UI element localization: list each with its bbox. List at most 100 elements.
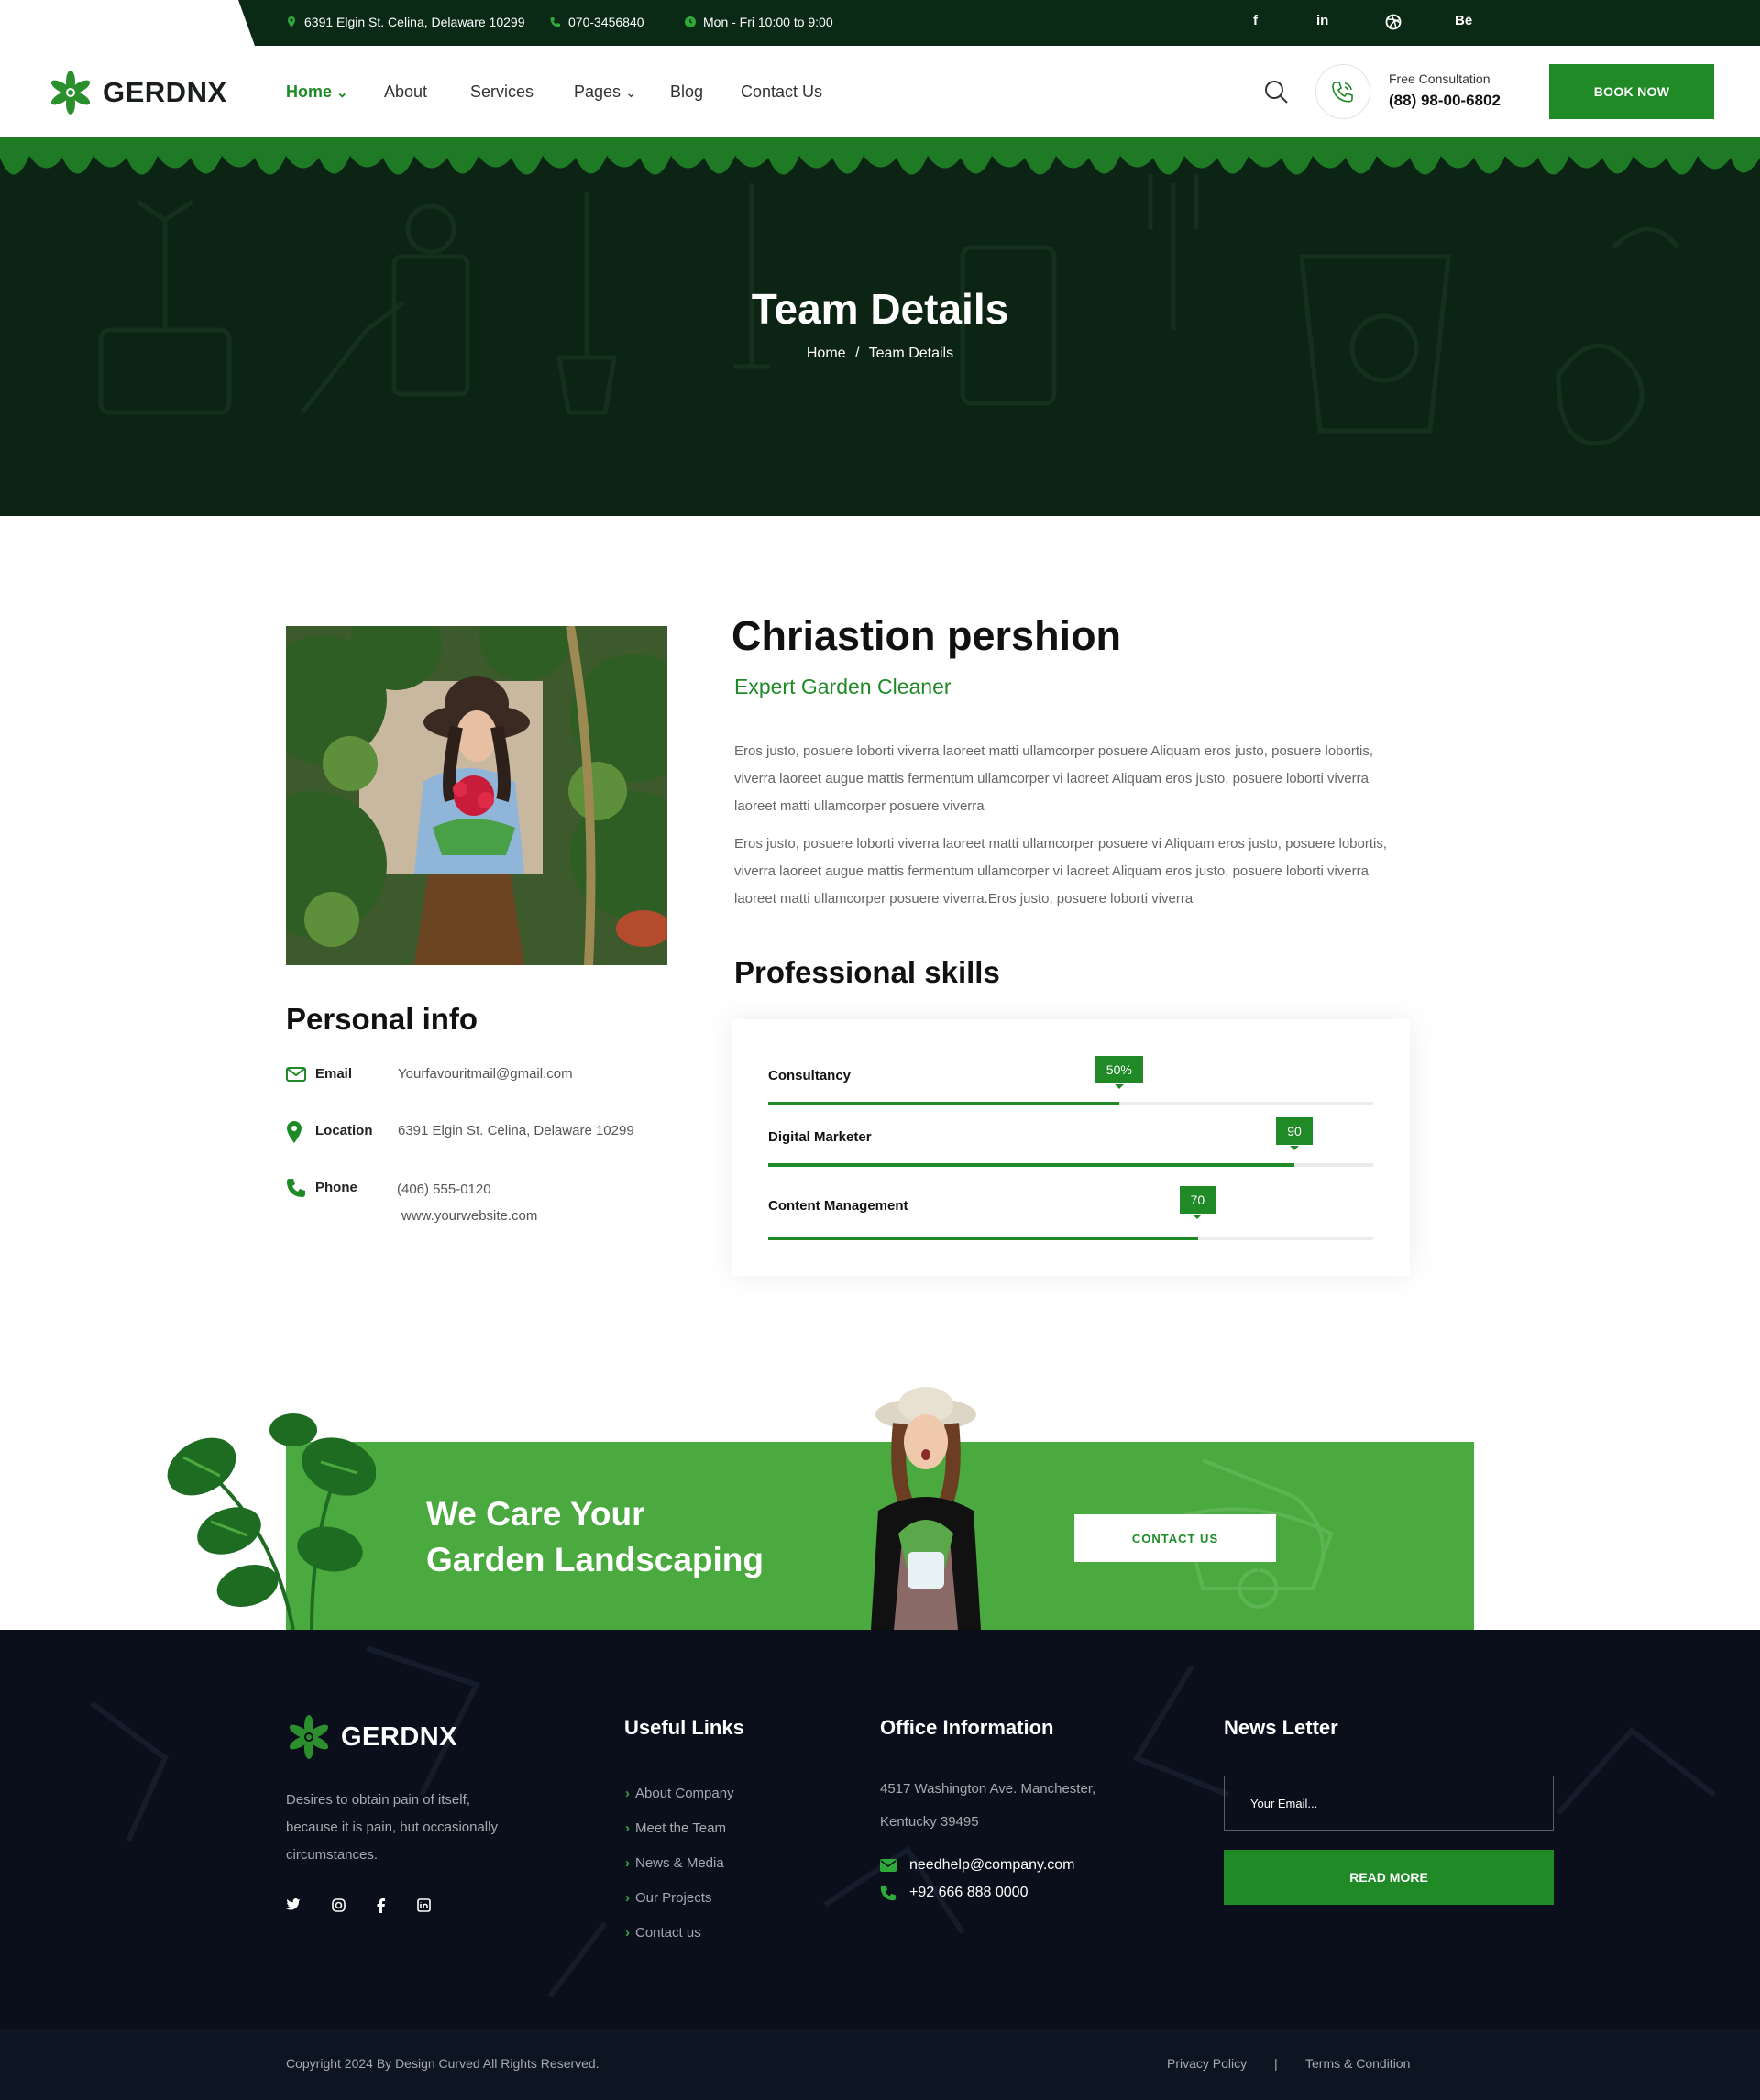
skill-label: Content Management <box>768 1198 908 1214</box>
footer-about-line: circumstances. <box>286 1847 379 1863</box>
contact-us-button[interactable]: CONTACT US <box>1074 1514 1276 1562</box>
search-icon[interactable] <box>1263 79 1289 104</box>
map-pin-icon <box>288 16 295 27</box>
copyright-text: Copyright 2024 By Design Curved All Righ… <box>286 2056 600 2071</box>
hours-text: Mon - Fri 10:00 to 9:00 <box>703 15 833 29</box>
facebook-icon[interactable]: f <box>1253 13 1258 28</box>
terms-link[interactable]: Terms & Condition <box>1305 2056 1410 2071</box>
skill-bar-fill <box>768 1163 1295 1167</box>
nav-home-label: Home <box>286 82 333 101</box>
chevron-right-icon: › <box>625 1786 630 1801</box>
office-address: 4517 Washington Ave. Manchester, Kentuck… <box>880 1773 1095 1839</box>
chevron-down-icon: ⌄ <box>336 85 348 101</box>
footer-about-line: because it is pain, but occasionally <box>286 1820 498 1835</box>
linkedin-icon[interactable]: in <box>1316 13 1328 28</box>
skill-percent-badge: 50% <box>1094 1056 1143 1089</box>
skill-percent-badge: 90 <box>1276 1117 1313 1150</box>
phone-text: 070-3456840 <box>568 15 644 29</box>
nav-pages[interactable]: Pages ⌄ <box>574 82 637 102</box>
footer-link[interactable]: › Meet the Team <box>625 1820 726 1836</box>
location-pin-icon <box>287 1121 302 1143</box>
phone-call-icon <box>1332 82 1353 103</box>
website-value[interactable]: www.yourwebsite.com <box>402 1208 537 1224</box>
office-address-line: 4517 Washington Ave. Manchester, <box>880 1781 1096 1797</box>
team-member-photo <box>286 626 667 965</box>
cta-heading: We Care Your Garden Landscaping <box>426 1491 764 1583</box>
phone-icon <box>880 1885 896 1901</box>
cta-line-2: Garden Landscaping <box>426 1541 764 1578</box>
top-address: 6391 Elgin St. Celina, Delaware 10299 <box>286 15 525 29</box>
clock-icon <box>685 16 696 27</box>
footer-separator: | <box>1274 2056 1278 2071</box>
gardener-woman-image <box>871 1387 981 1630</box>
nav-contact[interactable]: Contact Us <box>741 82 822 102</box>
newsletter-email-input[interactable] <box>1224 1776 1554 1831</box>
breadcrumb-home[interactable]: Home <box>807 346 846 361</box>
location-value: 6391 Elgin St. Celina, Delaware 10299 <box>398 1123 634 1138</box>
twitter-icon[interactable] <box>286 1898 301 1911</box>
footer-link-label: News & Media <box>635 1855 724 1871</box>
office-phone[interactable]: +92 666 888 0000 <box>880 1885 1028 1901</box>
footer-logo[interactable]: GERDNX <box>286 1714 457 1760</box>
bio-paragraph-1: Eros justo, posuere loborti viverra laor… <box>734 743 1374 814</box>
consult-phone-button[interactable] <box>1315 64 1370 119</box>
info-email: Email Yourfavouritmail@gmail.com <box>286 1066 689 1086</box>
footer-link[interactable]: › About Company <box>625 1786 734 1801</box>
office-email[interactable]: needhelp@company.com <box>880 1857 1075 1874</box>
brand-name: GERDNX <box>103 76 227 108</box>
chevron-down-icon: ⌄ <box>625 85 637 101</box>
newsletter-submit-button[interactable]: READ MORE <box>1224 1850 1554 1905</box>
nav-home[interactable]: Home ⌄ <box>286 82 348 102</box>
email-value[interactable]: Yourfavouritmail@gmail.com <box>398 1066 573 1082</box>
book-now-button[interactable]: BOOK NOW <box>1549 64 1714 119</box>
location-label: Location <box>315 1123 373 1138</box>
phone-value[interactable]: (406) 555-0120 <box>397 1182 491 1197</box>
footer-link-label: Our Projects <box>635 1890 712 1906</box>
newsletter-title: News Letter <box>1224 1716 1338 1739</box>
footer-social <box>286 1898 431 1913</box>
footer-link-label: Contact us <box>635 1925 701 1941</box>
facebook-icon[interactable] <box>377 1898 386 1913</box>
skill-bar-track <box>768 1102 1373 1105</box>
chevron-right-icon: › <box>625 1855 630 1871</box>
member-name: Chriastion pershion <box>732 612 1122 659</box>
breadcrumb-current: Team Details <box>868 346 954 361</box>
phone-label: Phone <box>315 1180 358 1195</box>
envelope-icon <box>880 1859 896 1872</box>
nav-services[interactable]: Services <box>470 82 534 102</box>
phone-icon <box>287 1179 305 1197</box>
footer-link[interactable]: › News & Media <box>625 1855 724 1871</box>
nav-blog[interactable]: Blog <box>670 82 703 102</box>
behance-icon[interactable]: Bē <box>1455 13 1472 28</box>
page-title: Team Details <box>751 285 1009 333</box>
footer-link[interactable]: › Contact us <box>625 1925 701 1941</box>
leaf-logo-icon <box>50 71 91 115</box>
email-label: Email <box>315 1066 353 1082</box>
footer-link[interactable]: › Our Projects <box>625 1890 711 1906</box>
chevron-right-icon: › <box>625 1820 630 1836</box>
skills-title: Professional skills <box>734 955 1000 989</box>
bio-paragraph-2: Eros justo, posuere loborti viverra laor… <box>734 836 1388 907</box>
phone-icon <box>550 17 560 27</box>
skill-percent-badge: 70 <box>1179 1186 1216 1219</box>
skill-bar-fill <box>768 1237 1198 1240</box>
skill-bar-track <box>768 1163 1373 1167</box>
leaf-logo-icon <box>289 1715 329 1759</box>
top-phone[interactable]: 070-3456840 <box>550 15 644 29</box>
brand-logo[interactable]: GERDNX <box>48 70 227 115</box>
top-hours: Mon - Fri 10:00 to 9:00 <box>685 15 833 29</box>
dribbble-icon[interactable] <box>1385 14 1402 34</box>
footer-link-label: About Company <box>635 1786 734 1801</box>
footer-brand-name: GERDNX <box>341 1721 458 1752</box>
monstera-plant-image <box>167 1413 376 1631</box>
instagram-icon[interactable] <box>332 1898 346 1912</box>
consult-phone[interactable]: (88) 98-00-6802 <box>1389 92 1501 110</box>
nav-about[interactable]: About <box>384 82 427 102</box>
footer-link-label: Meet the Team <box>635 1820 726 1836</box>
skill-bar-track <box>768 1237 1373 1240</box>
footer-about: Desires to obtain pain of itself, becaus… <box>286 1787 498 1869</box>
linkedin-icon[interactable] <box>417 1898 431 1912</box>
privacy-policy-link[interactable]: Privacy Policy <box>1167 2056 1247 2071</box>
chevron-right-icon: › <box>625 1890 630 1906</box>
envelope-icon <box>286 1067 306 1082</box>
